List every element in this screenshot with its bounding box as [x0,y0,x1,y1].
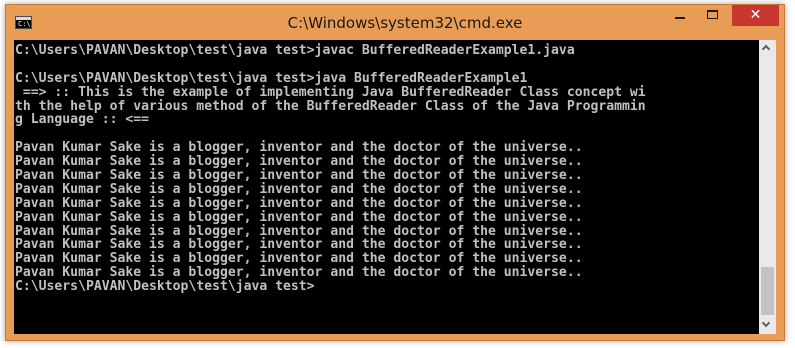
vertical-scrollbar[interactable] [759,40,776,334]
console-output[interactable]: C:\Users\PAVAN\Desktop\test\java test>ja… [14,40,759,334]
console-line: C:\Users\PAVAN\Desktop\test\java test>ja… [15,43,575,58]
console-line: Pavan Kumar Sake is a blogger, inventor … [15,237,583,253]
chevron-up-icon[interactable] [759,40,776,57]
console-line: C:\Users\PAVAN\Desktop\test\java test>ja… [15,70,528,86]
minimize-icon [675,17,685,19]
console-line: Pavan Kumar Sake is a blogger, inventor … [15,140,583,156]
console-line: g Language :: <== [15,112,150,128]
title-bar[interactable]: C:\ C:\Windows\system32\cmd.exe ✕ [6,5,784,40]
cmd-window: C:\ C:\Windows\system32\cmd.exe ✕ C:\Use… [5,4,785,341]
console-line: Pavan Kumar Sake is a blogger, inventor … [15,209,583,225]
console-line: Pavan Kumar Sake is a blogger, inventor … [15,251,583,267]
close-icon: ✕ [749,7,762,23]
console-line: Pavan Kumar Sake is a blogger, inventor … [15,223,583,239]
scroll-thumb[interactable] [761,267,774,315]
maximize-button[interactable] [699,5,727,27]
minimize-button[interactable] [666,5,694,27]
window-bottom-border [6,334,784,340]
chevron-down-icon[interactable] [759,317,776,334]
console-line: Pavan Kumar Sake is a blogger, inventor … [15,168,583,184]
console-line: th the help of various method of the Buf… [15,98,646,114]
console-text: C:\Users\PAVAN\Desktop\test\java test>ja… [14,40,759,294]
console-line: Pavan Kumar Sake is a blogger, inventor … [15,195,583,211]
console-line: ==> :: This is the example of implementi… [15,84,646,100]
console-line: Pavan Kumar Sake is a blogger, inventor … [15,154,583,170]
console-line: Pavan Kumar Sake is a blogger, inventor … [15,265,583,281]
console-line: Pavan Kumar Sake is a blogger, inventor … [15,181,583,197]
close-button[interactable]: ✕ [732,5,779,26]
console-line: C:\Users\PAVAN\Desktop\test\java test> [15,279,315,295]
maximize-icon [707,10,718,19]
